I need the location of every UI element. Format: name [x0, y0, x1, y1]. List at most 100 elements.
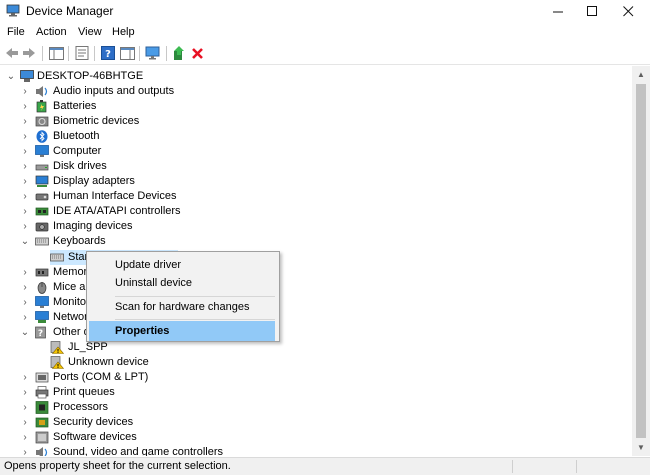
chevron-right-icon[interactable]: › [20, 280, 30, 295]
scan-hardware-button[interactable] [145, 45, 161, 61]
svg-text:?: ? [105, 49, 111, 60]
other-devices-icon: ? [35, 326, 46, 339]
tree-item-bluetooth[interactable]: › Bluetooth [0, 129, 300, 144]
mouse-icon [37, 282, 47, 294]
chevron-right-icon[interactable]: › [20, 219, 30, 234]
menu-item-label: Update driver [115, 259, 182, 271]
properties-toolbar-button[interactable] [74, 45, 90, 61]
chevron-right-icon[interactable]: › [20, 204, 30, 219]
chevron-down-icon[interactable]: ⌄ [6, 69, 16, 84]
action-pane-icon [119, 46, 135, 60]
tree-item-ports[interactable]: › Ports (COM & LPT) [0, 370, 300, 385]
tree-item-disk-drives[interactable]: › Disk drives [0, 159, 300, 174]
chevron-right-icon[interactable]: › [20, 430, 30, 445]
tree-item-jl-spp[interactable]: ! JL_SPP [0, 340, 300, 355]
tree-item-label: Audio inputs and outputs [53, 85, 175, 97]
toolbar-separator [42, 46, 43, 61]
chevron-down-icon[interactable]: ⌄ [20, 325, 30, 340]
chevron-right-icon[interactable]: › [20, 114, 30, 129]
window-title: Device Manager [26, 4, 114, 18]
security-chip-icon [35, 417, 49, 428]
scroll-down-arrow-icon[interactable]: ▼ [637, 443, 645, 452]
tree-root[interactable]: ⌄ DESKTOP-46BHTGE [0, 69, 300, 84]
close-button[interactable] [610, 0, 646, 22]
tree-item-biometric[interactable]: › Biometric devices [0, 114, 300, 129]
chevron-right-icon[interactable]: › [20, 385, 30, 400]
processor-icon [35, 401, 49, 414]
tree-item-imaging[interactable]: › Imaging devices [0, 219, 300, 234]
tree-item-display-adapters[interactable]: › Display adapters [0, 174, 300, 189]
chevron-right-icon[interactable]: › [20, 295, 30, 310]
chevron-right-icon[interactable]: › [20, 159, 30, 174]
chevron-right-icon[interactable]: › [20, 415, 30, 430]
tree-item-label: Print queues [53, 386, 115, 398]
menu-item-scan-hardware[interactable]: Scan for hardware changes [89, 297, 275, 317]
tree-item-computer[interactable]: › Computer [0, 144, 300, 159]
memory-icon [35, 268, 49, 277]
scrollbar-thumb[interactable] [636, 84, 646, 438]
uninstall-toolbar-button[interactable] [189, 45, 205, 61]
tree-item-label: Memor [53, 266, 88, 278]
chevron-right-icon[interactable]: › [20, 445, 30, 456]
tree-item-processors[interactable]: › Processors [0, 400, 300, 415]
update-driver-toolbar-button[interactable] [171, 45, 187, 61]
back-button[interactable] [4, 45, 20, 61]
status-text: Opens property sheet for the current sel… [4, 460, 231, 472]
chevron-right-icon[interactable]: › [20, 189, 30, 204]
tree-item-label: Monito [53, 296, 87, 308]
tree-item-label: Display adapters [53, 175, 135, 187]
tree-item-sound-video[interactable]: › Sound, video and game controllers [0, 445, 300, 456]
maximize-button[interactable] [574, 0, 610, 22]
chevron-right-icon[interactable]: › [20, 265, 30, 280]
chevron-right-icon[interactable]: › [20, 174, 30, 189]
menu-help[interactable]: Help [112, 26, 135, 38]
chevron-right-icon[interactable]: › [20, 129, 30, 144]
show-hide-console-tree-button[interactable] [48, 45, 64, 61]
menu-item-uninstall-device[interactable]: Uninstall device [89, 273, 275, 293]
tree-item-print-queues[interactable]: › Print queues [0, 385, 300, 400]
help-toolbar-button[interactable]: ? [100, 45, 116, 61]
chevron-right-icon[interactable]: › [20, 400, 30, 415]
menu-item-label: Properties [115, 325, 170, 337]
monitor-scan-icon [145, 46, 160, 60]
chevron-right-icon[interactable]: › [20, 99, 30, 114]
tree-item-label: Biometric devices [53, 115, 140, 127]
biometric-icon [35, 116, 49, 127]
console-tree-icon [48, 46, 64, 60]
tree-item-security-devices[interactable]: › Security devices [0, 415, 300, 430]
keyboard-icon [50, 253, 64, 262]
action-pane-button[interactable] [119, 45, 135, 61]
tree-item-label: Bluetooth [53, 130, 100, 142]
tree-item-hid[interactable]: › Human Interface Devices [0, 189, 300, 204]
tree-item-audio[interactable]: › Audio inputs and outputs [0, 84, 300, 99]
menu-item-properties[interactable]: Properties [89, 321, 275, 341]
chevron-right-icon[interactable]: › [20, 84, 30, 99]
tree-item-unknown-device[interactable]: ! Unknown device [0, 355, 300, 370]
svg-text:?: ? [38, 329, 43, 339]
scroll-up-arrow-icon[interactable]: ▲ [637, 70, 645, 79]
tree-item-label: JL_SPP [68, 341, 108, 353]
tree-item-label: Imaging devices [53, 220, 133, 232]
menu-separator [115, 319, 275, 320]
svg-text:!: ! [57, 364, 60, 369]
toolbar-separator [68, 46, 69, 61]
tree-item-label: Ports (COM & LPT) [53, 371, 149, 383]
chevron-right-icon[interactable]: › [20, 310, 30, 325]
tree-item-label: Other d [53, 326, 90, 338]
menu-view[interactable]: View [78, 26, 102, 38]
back-arrow-icon [6, 48, 18, 58]
menu-action[interactable]: Action [36, 26, 67, 38]
menu-file[interactable]: File [7, 26, 25, 38]
chevron-down-icon[interactable]: ⌄ [20, 234, 30, 249]
chevron-right-icon[interactable]: › [20, 370, 30, 385]
tree-item-software-devices[interactable]: › Software devices [0, 430, 300, 445]
menu-item-update-driver[interactable]: Update driver [89, 255, 275, 275]
toolbar: ? [0, 42, 650, 65]
forward-button[interactable] [21, 45, 37, 61]
vertical-scrollbar[interactable]: ▲ ▼ [632, 66, 650, 456]
tree-item-ide[interactable]: › IDE ATA/ATAPI controllers [0, 204, 300, 219]
chevron-right-icon[interactable]: › [20, 144, 30, 159]
tree-item-batteries[interactable]: › Batteries [0, 99, 300, 114]
tree-item-keyboards[interactable]: ⌄ Keyboards [0, 234, 300, 249]
minimize-button[interactable] [540, 0, 576, 22]
